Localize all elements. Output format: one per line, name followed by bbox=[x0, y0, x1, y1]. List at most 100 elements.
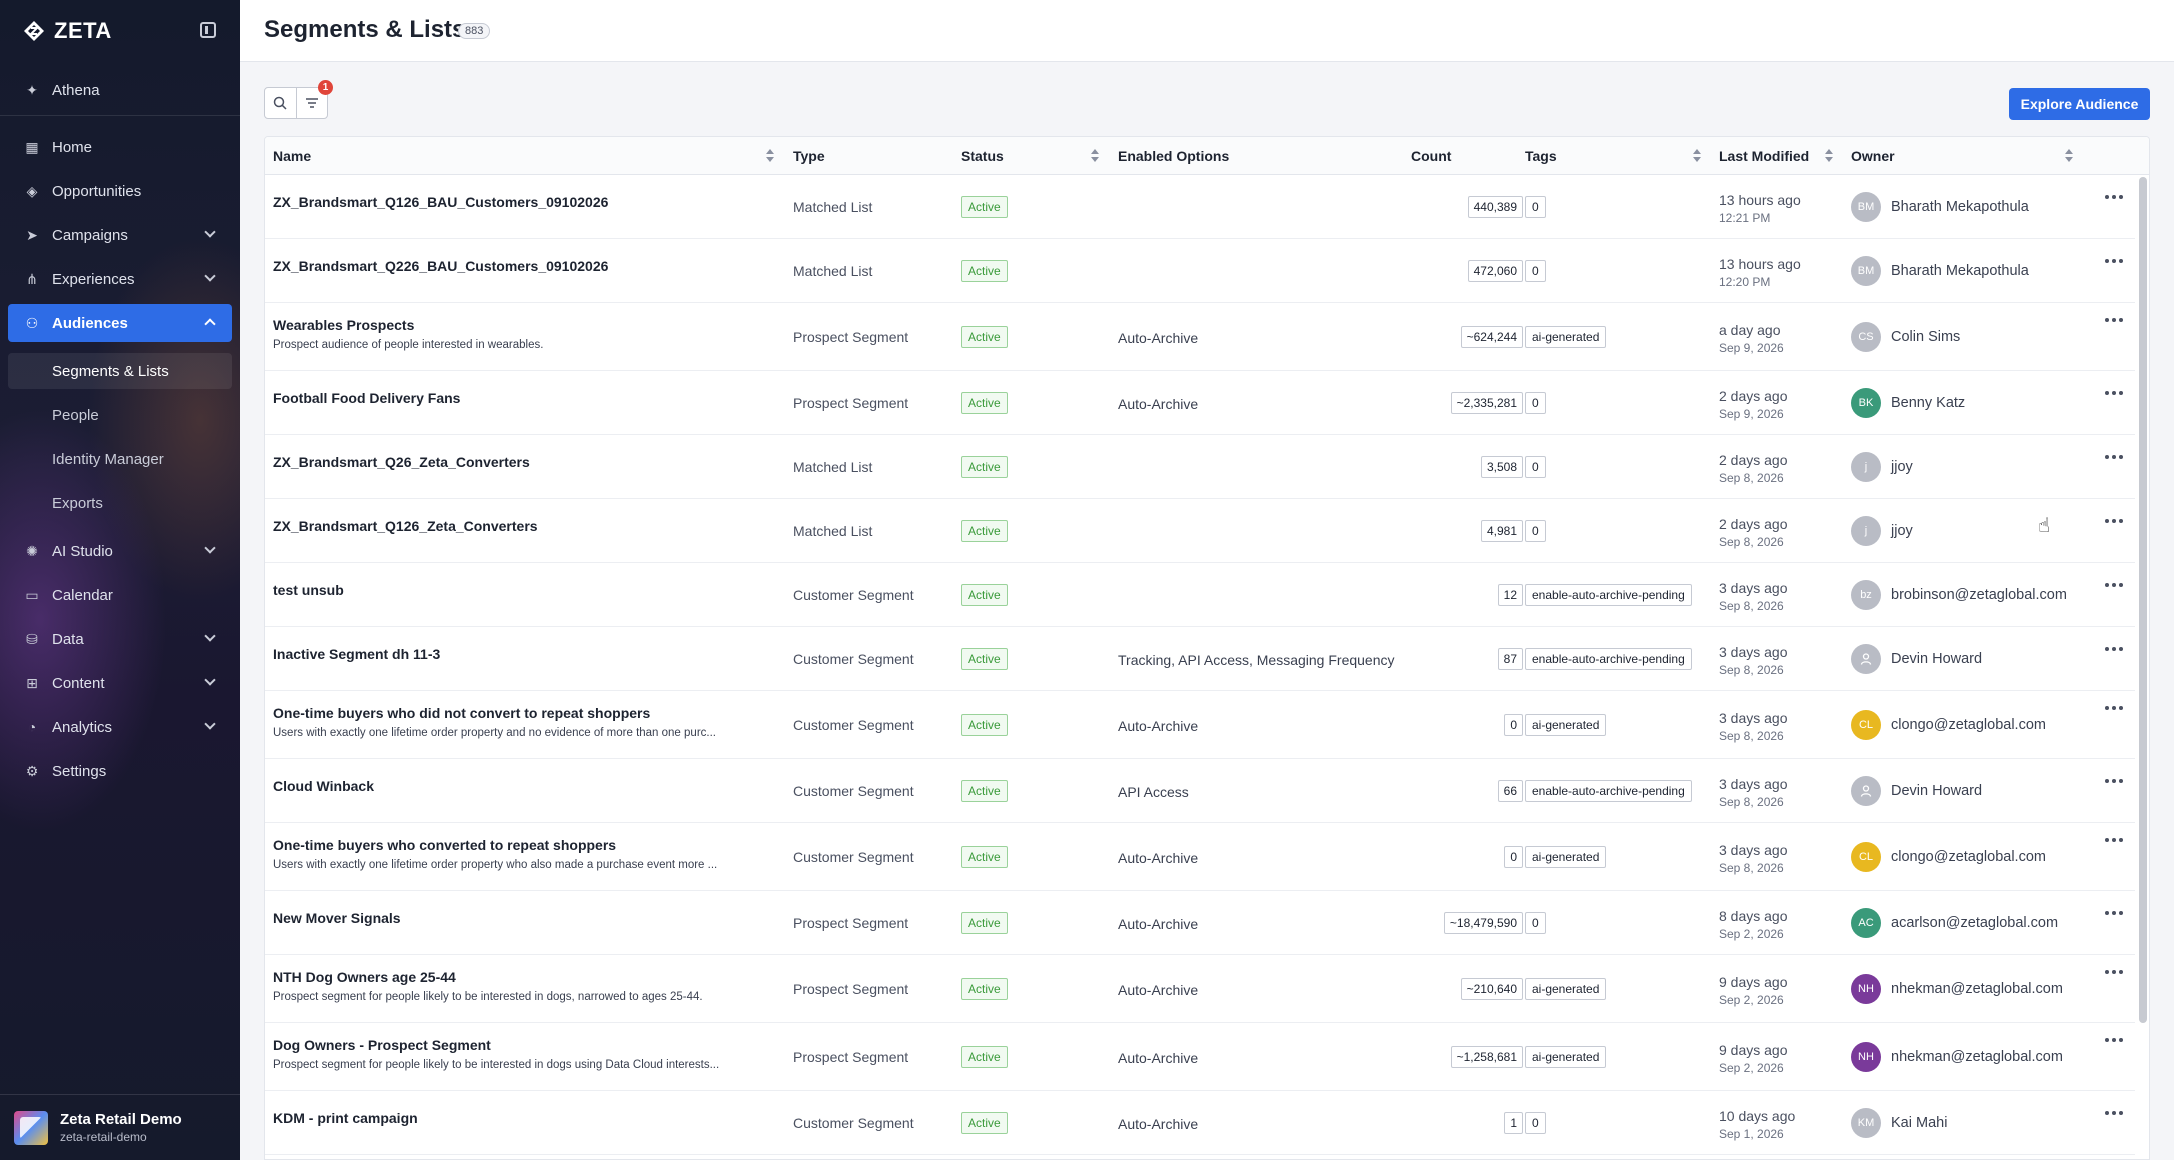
column-header-owner[interactable]: Owner bbox=[1851, 137, 1895, 175]
table-row[interactable]: ZX_Brandsmart_Q126_BAU_Customers_0910202… bbox=[265, 175, 2135, 239]
segment-name-link[interactable]: Cloud Winback bbox=[273, 778, 374, 794]
segment-name-link[interactable]: Dog Owners - Prospect Segment bbox=[273, 1037, 491, 1053]
table-row[interactable]: ZX_Brandsmart_Q26_Zeta_Converters Matched… bbox=[265, 435, 2135, 499]
sidebar-item-audiences[interactable]: ⚇ Audiences bbox=[8, 304, 232, 342]
more-actions-icon[interactable] bbox=[2105, 452, 2125, 462]
table-row[interactable]: NTH Dog Owners age 25-44 Prospect segment… bbox=[265, 955, 2135, 1023]
segment-name-link[interactable]: NTH Dog Owners age 25-44 bbox=[273, 969, 456, 985]
segment-name-link[interactable]: ZX_Brandsmart_Q26_Zeta_Converters bbox=[273, 454, 530, 470]
owner-name: Devin Howard bbox=[1891, 783, 1983, 799]
table-row[interactable]: Inactive Segment dh 11-3 Customer Segment… bbox=[265, 627, 2135, 691]
more-actions-icon[interactable] bbox=[2105, 580, 2125, 590]
explore-audience-button[interactable]: Explore Audience bbox=[2009, 88, 2150, 120]
sidebar-item-label: Athena bbox=[52, 81, 100, 99]
segment-name-link[interactable]: ZX_Brandsmart_Q126_Zeta_Converters bbox=[273, 518, 538, 534]
column-header-enabled-options[interactable]: Enabled Options bbox=[1118, 137, 1229, 175]
sidebar-subitem-label: People bbox=[52, 406, 99, 424]
count-badge: 472,060 bbox=[1467, 260, 1523, 282]
enabled-options: Auto-Archive bbox=[1118, 916, 1199, 932]
table-row[interactable]: Cloud Winback Customer Segment Active API A… bbox=[265, 759, 2135, 823]
sort-icon[interactable] bbox=[1825, 149, 1833, 163]
more-actions-icon[interactable] bbox=[2105, 908, 2125, 918]
tag-badge: ai-generated bbox=[1525, 1046, 1607, 1068]
column-header-status[interactable]: Status bbox=[961, 137, 1004, 175]
sidebar-item-content[interactable]: ⊞ Content bbox=[8, 664, 232, 702]
table-row[interactable]: ZX_Brandsmart_Q126_Zeta_Converters Matche… bbox=[265, 499, 2135, 563]
more-actions-icon[interactable] bbox=[2105, 1035, 2125, 1045]
status-badge: Active bbox=[961, 326, 1008, 348]
segment-name-link[interactable]: test unsub bbox=[273, 582, 344, 598]
column-header-last-modified[interactable]: Last Modified bbox=[1719, 137, 1809, 175]
table-row[interactable]: Football Food Delivery Fans Prospect Segm… bbox=[265, 371, 2135, 435]
calendar-icon: ▭ bbox=[25, 586, 39, 603]
sidebar-item-experiences[interactable]: ⋔ Experiences bbox=[8, 260, 232, 298]
collapse-sidebar-icon[interactable] bbox=[200, 22, 216, 38]
more-actions-icon[interactable] bbox=[2105, 967, 2125, 977]
send-icon: ➤ bbox=[26, 226, 38, 243]
segment-name-link[interactable]: Football Food Delivery Fans bbox=[273, 390, 460, 406]
filter-button[interactable]: 1 bbox=[295, 80, 333, 118]
search-button[interactable] bbox=[265, 88, 296, 118]
more-actions-icon[interactable] bbox=[2105, 516, 2125, 526]
table-row[interactable]: test unsub Customer Segment Active 12 enable… bbox=[265, 563, 2135, 627]
sidebar-subitem-people[interactable]: People bbox=[8, 397, 232, 433]
sidebar-item-home[interactable]: ▦ Home bbox=[8, 128, 232, 166]
sort-icon[interactable] bbox=[1693, 149, 1701, 163]
table-row[interactable]: One-time buyers who converted to repeat … bbox=[265, 823, 2135, 891]
column-header-type[interactable]: Type bbox=[793, 137, 825, 175]
count-cell: 87 bbox=[1405, 648, 1523, 670]
more-actions-icon[interactable] bbox=[2105, 388, 2125, 398]
segment-name-link[interactable]: One-time buyers who converted to repeat … bbox=[273, 837, 616, 853]
table-row[interactable]: Dog Owners - Prospect Segment Prospect se… bbox=[265, 1023, 2135, 1091]
count-badge: ~624,244 bbox=[1460, 326, 1523, 348]
tag-badge: ai-generated bbox=[1525, 846, 1607, 868]
sidebar-item-athena[interactable]: ✦ Athena bbox=[8, 71, 232, 109]
sidebar-subitem-segments-lists[interactable]: Segments & Lists bbox=[8, 353, 232, 389]
count-badge: 87 bbox=[1497, 648, 1523, 670]
sidebar-subitem-exports[interactable]: Exports bbox=[8, 485, 232, 521]
count-cell: 440,389 bbox=[1405, 196, 1523, 218]
more-actions-icon[interactable] bbox=[2105, 703, 2125, 713]
gear-icon: ⚙ bbox=[25, 762, 39, 779]
status-badge: Active bbox=[961, 648, 1008, 670]
sort-icon[interactable] bbox=[766, 149, 774, 163]
table-row[interactable]: One-time buyers who did not convert to r… bbox=[265, 691, 2135, 759]
table-row[interactable]: New Mover Signals Prospect Segment Active A… bbox=[265, 891, 2135, 955]
more-actions-icon[interactable] bbox=[2105, 776, 2125, 786]
more-actions-icon[interactable] bbox=[2105, 1108, 2125, 1118]
sidebar-subitem-identity-manager[interactable]: Identity Manager bbox=[8, 441, 232, 477]
segment-name-link[interactable]: Wearables Prospects bbox=[273, 317, 414, 333]
more-actions-icon[interactable] bbox=[2105, 315, 2125, 325]
account-switcher[interactable]: Zeta Retail Demo zeta-retail-demo bbox=[0, 1094, 240, 1160]
table-row[interactable]: KDM - print campaign Customer Segment Acti… bbox=[265, 1091, 2135, 1155]
table-row[interactable]: ZX_Brandsmart_Q226_BAU_Customers_0910202… bbox=[265, 239, 2135, 303]
segment-name-link[interactable]: One-time buyers who did not convert to r… bbox=[273, 705, 650, 721]
segment-name-link[interactable]: KDM - print campaign bbox=[273, 1110, 418, 1126]
sidebar-item-opportunities[interactable]: ◈ Opportunities bbox=[8, 172, 232, 210]
more-actions-icon[interactable] bbox=[2105, 835, 2125, 845]
column-header-count[interactable]: Count bbox=[1411, 137, 1451, 175]
sidebar-item-campaigns[interactable]: ➤ Campaigns bbox=[8, 216, 232, 254]
more-actions-icon[interactable] bbox=[2105, 256, 2125, 266]
sidebar-item-calendar[interactable]: ▭ Calendar bbox=[8, 576, 232, 614]
sidebar-item-settings[interactable]: ⚙ Settings bbox=[8, 752, 232, 790]
column-label: Last Modified bbox=[1719, 148, 1810, 164]
more-actions-icon[interactable] bbox=[2105, 192, 2125, 202]
segment-name-link[interactable]: ZX_Brandsmart_Q126_BAU_Customers_0910202… bbox=[273, 194, 608, 210]
sidebar-item-data[interactable]: ⛁ Data bbox=[8, 620, 232, 658]
count-badge: 1 bbox=[1504, 1112, 1523, 1134]
segment-name-link[interactable]: ZX_Brandsmart_Q226_BAU_Customers_0910202… bbox=[273, 258, 608, 274]
table-row[interactable]: Wearables Prospects Prospect audience of … bbox=[265, 303, 2135, 371]
sidebar-item-analytics[interactable]: ◔ Analytics bbox=[8, 708, 232, 746]
column-header-tags[interactable]: Tags bbox=[1525, 137, 1557, 175]
zeta-logo[interactable]: ZETA bbox=[22, 17, 112, 45]
sidebar-item-ai-studio[interactable]: ✺ AI Studio bbox=[8, 532, 232, 570]
sort-icon[interactable] bbox=[1091, 149, 1099, 163]
table-scrollbar[interactable] bbox=[2139, 177, 2147, 1023]
segment-name-link[interactable]: Inactive Segment dh 11-3 bbox=[273, 646, 440, 662]
column-header-name[interactable]: Name bbox=[273, 137, 311, 175]
filter-count-badge: 1 bbox=[318, 80, 333, 95]
segment-name-link[interactable]: New Mover Signals bbox=[273, 910, 401, 926]
more-actions-icon[interactable] bbox=[2105, 644, 2125, 654]
sort-icon[interactable] bbox=[2065, 149, 2073, 163]
